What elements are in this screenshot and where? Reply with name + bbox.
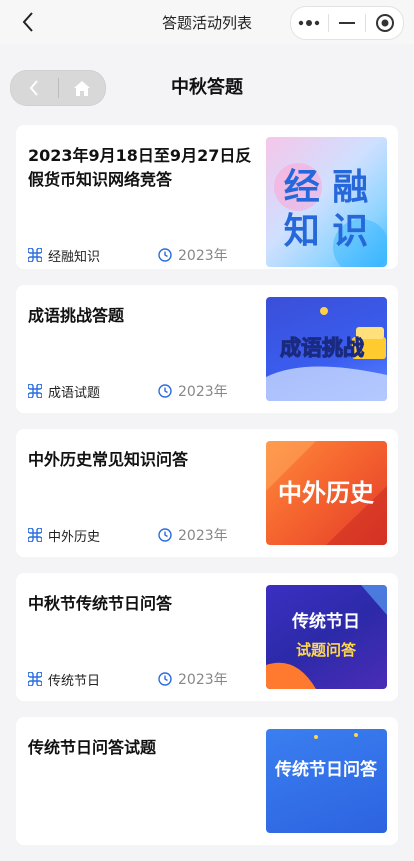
nav-back-button[interactable] xyxy=(11,71,58,105)
thumb-text-1: 传统节日 xyxy=(291,611,360,632)
mini-program-capsule xyxy=(290,6,404,40)
minimize-button[interactable] xyxy=(329,7,366,39)
command-icon xyxy=(28,248,42,262)
card-category: 经融知识 xyxy=(48,249,101,265)
card-year-wrap: 2023年 xyxy=(158,381,228,401)
minus-icon xyxy=(339,22,355,24)
thumb-text-1: 经 融 xyxy=(284,167,369,208)
card-title: 中外历史常见知识问答 xyxy=(28,450,189,469)
clock-icon xyxy=(158,384,172,398)
card-category: 成语试题 xyxy=(48,385,101,401)
card-meta: 经融知识 2023年 xyxy=(28,245,256,265)
clock-icon xyxy=(158,248,172,262)
activity-card[interactable]: 中秋节传统节日问答 传统节日 2023年 传统节日 试题问答 xyxy=(16,573,398,701)
command-icon xyxy=(28,384,42,398)
page-header: 中秋答题 xyxy=(0,62,414,110)
card-meta: 传统节日 2023年 xyxy=(28,669,256,689)
command-icon xyxy=(28,528,42,542)
card-meta: 成语试题 2023年 xyxy=(28,381,256,401)
card-category: 传统节日 xyxy=(48,673,101,689)
card-thumbnail: 传统节日 试题问答 xyxy=(266,585,387,689)
card-year-wrap: 2023年 xyxy=(158,245,228,265)
nav-pill xyxy=(10,70,106,106)
back-button[interactable] xyxy=(14,8,42,36)
thumb-text-1: 成语挑战 xyxy=(280,336,364,360)
activity-card[interactable]: 2023年9月18日至9月27日反假货币知识网络竞答 经融知识 2023年 经 … xyxy=(16,125,398,269)
top-nav-bar: 答题活动列表 xyxy=(0,0,414,44)
card-thumbnail: 成语挑战 xyxy=(266,297,387,401)
activity-list: 2023年9月18日至9月27日反假货币知识网络竞答 经融知识 2023年 经 … xyxy=(16,125,398,861)
home-button[interactable] xyxy=(59,71,106,105)
more-dots-icon xyxy=(299,20,320,26)
card-title: 传统节日问答试题 xyxy=(28,738,157,757)
window-title: 答题活动列表 xyxy=(161,13,252,32)
card-year-wrap: 2023年 xyxy=(158,525,228,545)
thumb-text-2: 试题问答 xyxy=(296,641,357,659)
card-title: 成语挑战答题 xyxy=(28,306,125,325)
chevron-left-icon xyxy=(29,80,39,96)
card-thumbnail: 传统节日问答 xyxy=(266,729,387,833)
card-year: 2023年 xyxy=(178,528,228,544)
activity-card[interactable]: 中外历史常见知识问答 中外历史 2023年 中外历史 xyxy=(16,429,398,557)
target-circle-icon xyxy=(375,14,394,32)
activity-card[interactable]: 成语挑战答题 成语试题 2023年 成语挑战 xyxy=(16,285,398,413)
more-button[interactable] xyxy=(291,7,328,39)
card-year-wrap: 2023年 xyxy=(158,669,228,689)
card-category: 中外历史 xyxy=(48,529,101,545)
card-year: 2023年 xyxy=(178,384,228,400)
card-title: 2023年9月18日至9月27日反假货币知识网络竞答 xyxy=(28,146,252,189)
card-thumbnail: 中外历史 xyxy=(266,441,387,545)
card-year: 2023年 xyxy=(178,672,228,688)
card-thumbnail: 经 融 知 识 xyxy=(266,137,387,267)
home-icon xyxy=(73,80,90,96)
command-icon xyxy=(28,672,42,686)
card-title: 中秋节传统节日问答 xyxy=(28,594,173,613)
card-meta: 中外历史 2023年 xyxy=(28,525,256,545)
clock-icon xyxy=(158,528,172,542)
card-year: 2023年 xyxy=(178,248,228,264)
clock-icon xyxy=(158,672,172,686)
thumb-text-1: 传统节日问答 xyxy=(274,759,378,780)
chevron-left-icon xyxy=(22,12,33,32)
page-title: 中秋答题 xyxy=(171,77,243,98)
thumb-text-2: 知 识 xyxy=(284,211,369,252)
close-mini-program-button[interactable] xyxy=(366,7,403,39)
activity-card[interactable]: 传统节日问答试题 传统节日问答 xyxy=(16,717,398,845)
thumb-text-1: 中外历史 xyxy=(278,479,375,507)
